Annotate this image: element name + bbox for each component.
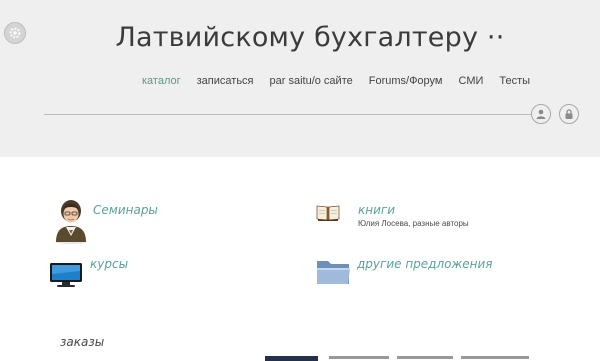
- user-icon[interactable]: [531, 104, 551, 124]
- other-offers-title[interactable]: другие предложения: [357, 257, 493, 271]
- nav-item-forum[interactable]: Forums/Форум: [369, 75, 443, 87]
- bottom-dark-block: [265, 356, 318, 361]
- nav-item-tests[interactable]: Тесты: [499, 75, 530, 87]
- teacher-icon[interactable]: [52, 196, 90, 249]
- other-offers-link[interactable]: другие предложения: [357, 257, 493, 271]
- seminars-title[interactable]: Семинары: [93, 203, 158, 217]
- header: Латвийскому бухгалтеру ·· каталог записа…: [0, 0, 600, 157]
- folder-icon[interactable]: [316, 257, 351, 291]
- courses-title[interactable]: курсы: [90, 257, 128, 271]
- header-divider: [44, 114, 531, 115]
- book-icon[interactable]: [316, 203, 340, 226]
- books-subtitle: Юлия Лосева, разные авторы: [358, 219, 469, 228]
- bottom-text-fragment: [329, 356, 529, 359]
- nav-item-media[interactable]: СМИ: [459, 75, 484, 87]
- monitor-icon[interactable]: [49, 262, 83, 293]
- books-title[interactable]: книги: [358, 203, 469, 217]
- orders-label[interactable]: заказы: [60, 335, 104, 349]
- books-link[interactable]: книги Юлия Лосева, разные авторы: [358, 203, 469, 228]
- lock-icon[interactable]: [559, 104, 579, 124]
- main-nav: каталог записаться par saitu/o сайте For…: [142, 75, 546, 87]
- nav-item-signup[interactable]: записаться: [197, 75, 254, 87]
- nav-item-catalog[interactable]: каталог: [142, 75, 181, 87]
- bottom-strip: [265, 356, 600, 361]
- seminars-link[interactable]: Семинары: [93, 203, 158, 217]
- courses-link[interactable]: курсы: [90, 257, 128, 271]
- nav-item-about[interactable]: par saitu/o сайте: [270, 75, 353, 87]
- site-title[interactable]: Латвийскому бухгалтеру ··: [0, 22, 600, 53]
